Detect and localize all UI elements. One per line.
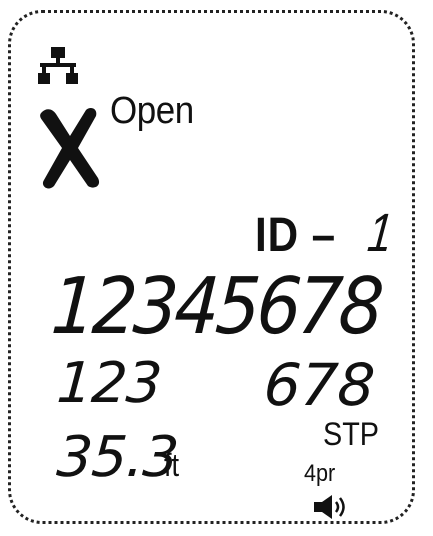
pair-count-label: 4pr: [304, 460, 336, 487]
wiremap-pins-left: 123: [54, 351, 164, 416]
cable-length-value: 35.3: [54, 425, 180, 490]
wiremap-pins-top: 12345678: [48, 262, 383, 352]
wiremap-pins-right: 678: [261, 351, 378, 419]
x-fault-icon: [40, 108, 100, 189]
id-label: ID –: [255, 209, 336, 262]
shield-type-label: STP: [323, 416, 380, 452]
speaker-icon: [314, 495, 345, 519]
status-text: Open: [110, 90, 194, 132]
network-icon: [38, 47, 78, 84]
cable-length-unit: ft: [164, 447, 180, 483]
